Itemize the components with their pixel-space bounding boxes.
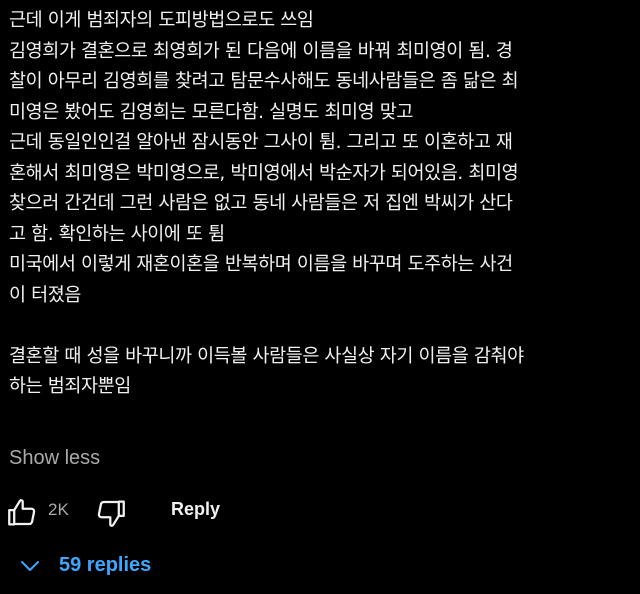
comment-text-line: 김영희가 결혼으로 최영희가 된 다음에 이름을 바꿔 최미영이 됨. 경 <box>9 40 513 62</box>
comment-text-line: 찾으러 간건데 그런 사람은 없고 동네 사람들은 저 집엔 박씨가 산다 <box>9 193 513 214</box>
comment-body: 근데 이게 범죄자의 도피방법으로도 쓰임 김영희가 결혼으로 최영희가 된 다… <box>9 6 633 403</box>
replies-count-label: 59 replies <box>59 554 152 576</box>
comment-text-line: 근데 동일인인걸 알아낸 잠시동안 그사이 튐. 그리고 또 이혼하고 재 <box>9 132 513 153</box>
comment-text-line: 하는 범죄자뿐임 <box>9 376 131 397</box>
comment-text-line: 결혼할 때 성을 바꾸니까 이득볼 사람들은 사실상 자기 이름을 감춰야 <box>9 345 524 367</box>
comment-action-bar: 2K Reply <box>0 492 640 532</box>
thumbs-down-icon <box>97 500 125 527</box>
like-count: 2K <box>48 500 69 519</box>
dislike-button[interactable] <box>94 496 128 530</box>
view-replies-button[interactable]: 59 replies <box>14 548 184 584</box>
comment-text-line: 혼해서 최미영은 박미영으로, 박미영에서 박순자가 되어있음. 최미영 <box>9 162 519 184</box>
comment-text-line: 근데 이게 범죄자의 도피방법으로도 쓰임 <box>9 10 314 31</box>
comment-blank-line <box>9 311 633 342</box>
like-button[interactable] <box>5 496 39 530</box>
show-less-button[interactable]: Show less <box>9 447 100 470</box>
comment-text-line: 찰이 아무리 김영희를 찾려고 탐문수사해도 동네사람들은 좀 닮은 최 <box>9 71 519 92</box>
comment-text-line: 고 함. 확인하는 사이에 또 튐 <box>9 223 225 245</box>
comment-text-line: 미영은 봤어도 김영희는 모른다함. 실명도 최미영 맞고 <box>9 101 414 123</box>
thumbs-up-icon <box>8 499 36 526</box>
comment-text-line: 이 터졌음 <box>9 284 81 306</box>
reply-button[interactable]: Reply <box>171 499 220 520</box>
comment-text-line: 미국에서 이렇게 재혼이혼을 반복하며 이름을 바꾸며 도주하는 사건 <box>9 254 513 275</box>
chevron-down-icon <box>21 561 39 571</box>
